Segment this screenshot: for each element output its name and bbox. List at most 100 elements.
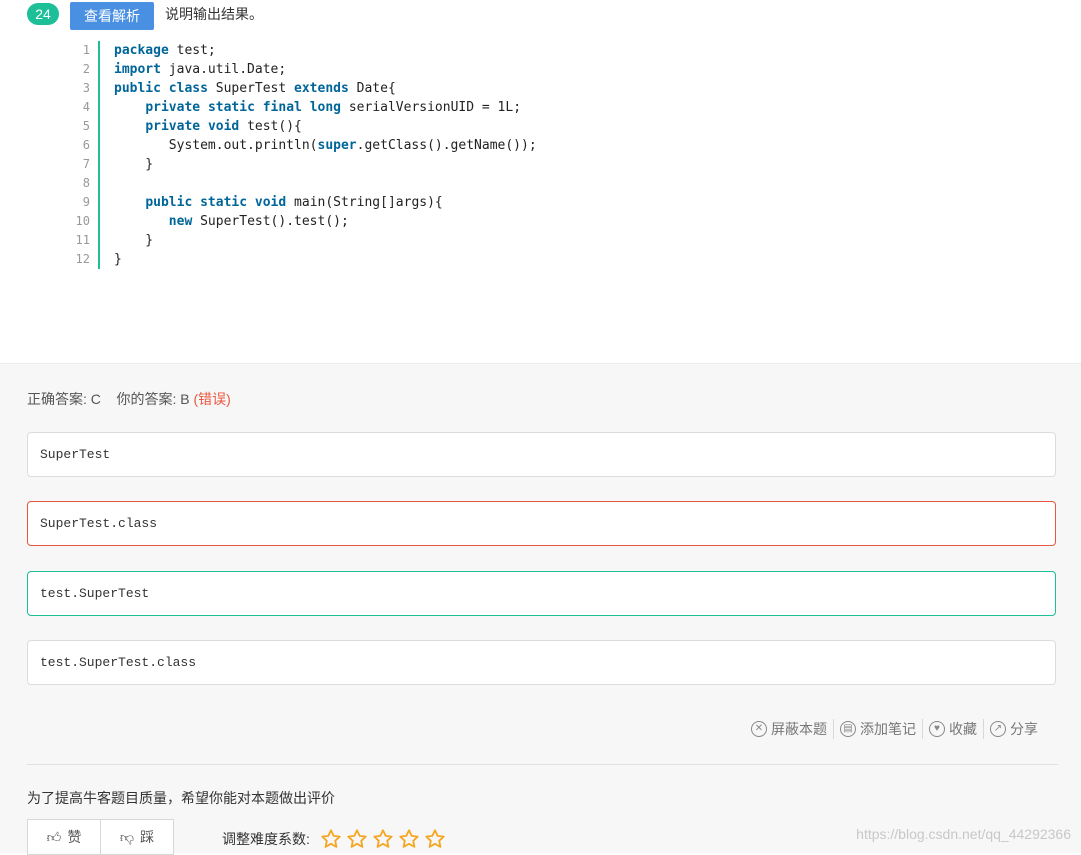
code-token: SuperTest().test(); — [192, 214, 349, 229]
code-line: 8 — [70, 174, 537, 193]
code-keyword: final — [262, 100, 302, 115]
line-number: 4 — [70, 98, 100, 117]
block-icon: ✕ — [751, 721, 767, 737]
code-keyword: import — [114, 62, 161, 77]
code-token: } — [114, 233, 154, 248]
star-icon[interactable] — [346, 828, 368, 850]
code-line: 12} — [70, 250, 537, 269]
code-keyword: public — [114, 81, 161, 96]
section-divider — [27, 764, 1058, 765]
evaluation-prompt: 为了提高牛客题目质量，希望你能对本题做出评价 — [27, 790, 335, 806]
code-line: 7 } — [70, 155, 537, 174]
like-button[interactable]: 👍︎ 赞 — [28, 820, 100, 854]
code-keyword: private — [145, 100, 201, 115]
line-number: 9 — [70, 193, 100, 212]
wrong-tag: (错误) — [193, 391, 231, 407]
question-area: 24 查看解析 说明输出结果。 1 package test; 2 import ja… — [0, 0, 1081, 363]
code-line: 3 public class SuperTest extends Date{ — [70, 79, 537, 98]
vote-buttons: 👍︎ 赞 👎︎ 踩 — [27, 819, 174, 855]
code-keyword: public — [145, 195, 193, 210]
line-number: 12 — [70, 250, 100, 269]
option-d[interactable]: test.SuperTest.class — [27, 640, 1056, 685]
share-label: 分享 — [1010, 721, 1038, 737]
code-line: 1 package test; — [70, 41, 537, 60]
code-line: 5 private void test(){ — [70, 117, 537, 136]
star-icon[interactable] — [398, 828, 420, 850]
line-number: 8 — [70, 174, 100, 193]
line-number: 7 — [70, 155, 100, 174]
code-text: private void test(){ — [100, 117, 302, 136]
question-description: 说明输出结果。 — [165, 6, 263, 22]
code-text: System.out.println(super.getClass().getN… — [100, 136, 537, 155]
add-note-button[interactable]: ▤ 添加笔记 — [833, 719, 922, 739]
code-token: test; — [168, 43, 216, 58]
block-question-button[interactable]: ✕ 屏蔽本题 — [745, 719, 833, 739]
option-a[interactable]: SuperTest — [27, 432, 1056, 477]
block-label: 屏蔽本题 — [771, 721, 827, 737]
option-b[interactable]: SuperTest.class — [27, 501, 1056, 546]
code-token: test(){ — [239, 119, 302, 134]
code-token: serialVersionUID = 1L; — [341, 100, 522, 115]
code-token: Date{ — [348, 81, 396, 96]
code-text: public static void main(String[]args){ — [100, 193, 442, 212]
code-keyword: extends — [294, 81, 349, 96]
star-icon[interactable] — [320, 828, 342, 850]
share-button[interactable]: ↗ 分享 — [983, 719, 1044, 739]
code-token: } — [114, 252, 122, 267]
code-keyword: static — [207, 100, 255, 115]
dislike-label: 踩 — [140, 829, 155, 845]
code-keyword: super — [317, 138, 357, 153]
code-text: } — [100, 250, 122, 269]
line-number: 10 — [70, 212, 100, 231]
star-icon[interactable] — [372, 828, 394, 850]
thumbs-down-icon: 👎︎ — [119, 828, 135, 845]
favorite-button[interactable]: ♥ 收藏 — [922, 719, 983, 739]
notebook-icon: ▤ — [840, 721, 856, 737]
option-c[interactable]: test.SuperTest — [27, 571, 1056, 616]
code-line: 6 System.out.println(super.getClass().ge… — [70, 136, 537, 155]
line-number: 1 — [70, 41, 100, 60]
code-text: import java.util.Date; — [100, 60, 286, 79]
code-line: 9 public static void main(String[]args){ — [70, 193, 537, 212]
share-icon: ↗ — [990, 721, 1006, 737]
line-number: 3 — [70, 79, 100, 98]
difficulty-rating: 调整难度系数: — [222, 828, 450, 850]
code-keyword: static — [200, 195, 248, 210]
answer-section: 正确答案: C 你的答案: B (错误) SuperTest SuperTest… — [0, 363, 1081, 855]
line-number: 11 — [70, 231, 100, 250]
code-text: public class SuperTest extends Date{ — [100, 79, 396, 98]
note-label: 添加笔记 — [860, 721, 916, 737]
line-number: 2 — [70, 60, 100, 79]
dislike-button[interactable]: 👎︎ 踩 — [100, 820, 173, 854]
code-keyword: void — [254, 195, 287, 210]
like-label: 赞 — [67, 829, 82, 845]
code-keyword: class — [168, 81, 208, 96]
your-answer-label: 你的答案: B — [116, 391, 190, 407]
difficulty-label: 调整难度系数: — [222, 831, 310, 847]
answer-result: 正确答案: C 你的答案: B (错误) — [27, 389, 231, 409]
heart-icon: ♥ — [929, 721, 945, 737]
view-analysis-button[interactable]: 查看解析 — [70, 2, 154, 30]
watermark: https://blog.csdn.net/qq_44292366 — [856, 826, 1071, 842]
thumbs-up-icon: 👍︎ — [46, 828, 62, 845]
code-token: System.out.println( — [114, 138, 318, 153]
code-block: 1 package test; 2 import java.util.Date; 3 pu… — [70, 41, 537, 269]
code-line: 4 private static final long serialVersio… — [70, 98, 537, 117]
question-actions: ✕ 屏蔽本题 ▤ 添加笔记 ♥ 收藏 ↗ 分享 — [745, 719, 1044, 739]
star-rating — [320, 828, 450, 850]
star-icon[interactable] — [424, 828, 446, 850]
code-line: 11 } — [70, 231, 537, 250]
code-text: } — [100, 231, 153, 250]
code-token: .getClass().getName()); — [356, 138, 537, 153]
